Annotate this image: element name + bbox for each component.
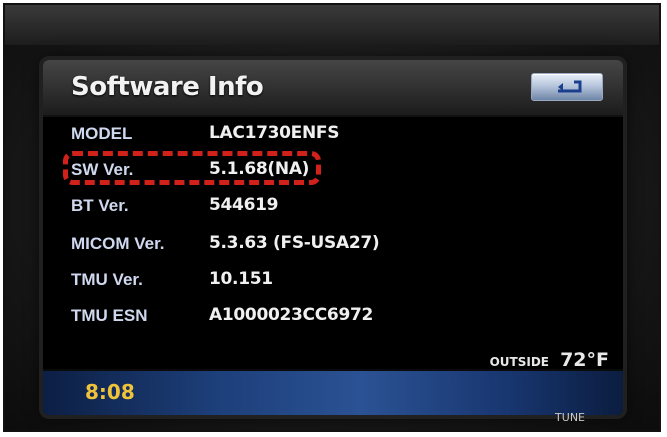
status-bar: 8:08 OUTSIDE 72°F — [43, 349, 623, 415]
bt-ver-value: 544619 — [209, 195, 279, 215]
back-button[interactable] — [531, 73, 603, 101]
tmu-ver-label: TMU Ver. — [71, 270, 143, 289]
model-value: LAC1730ENFS — [209, 123, 340, 143]
model-label: MODEL — [71, 124, 133, 143]
head-unit-screen: Software Info MODEL LAC1730ENFS SW Ver. … — [43, 60, 623, 415]
bt-ver-label: BT Ver. — [71, 196, 129, 215]
page-title: Software Info — [71, 72, 264, 102]
tune-knob-label: TUNE — [555, 411, 585, 424]
sw-version-highlight — [63, 151, 321, 185]
title-bar: Software Info — [43, 60, 623, 117]
clock: 8:08 — [85, 380, 135, 404]
tmu-ver-value: 10.151 — [209, 269, 273, 289]
micom-ver-value: 5.3.63 (FS-USA27) — [209, 233, 380, 253]
outside-temp-value: 72°F — [560, 349, 609, 371]
tmu-esn-value: A1000023CC6972 — [209, 305, 374, 325]
dashboard-bezel: Software Info MODEL LAC1730ENFS SW Ver. … — [5, 5, 659, 430]
bezel-top-trim — [5, 5, 659, 45]
photo-frame: Software Info MODEL LAC1730ENFS SW Ver. … — [3, 3, 661, 432]
outside-temp-label: OUTSIDE — [489, 355, 549, 369]
micom-ver-label: MICOM Ver. — [71, 234, 165, 253]
tmu-esn-label: TMU ESN — [71, 306, 148, 325]
back-arrow-icon — [548, 79, 586, 95]
